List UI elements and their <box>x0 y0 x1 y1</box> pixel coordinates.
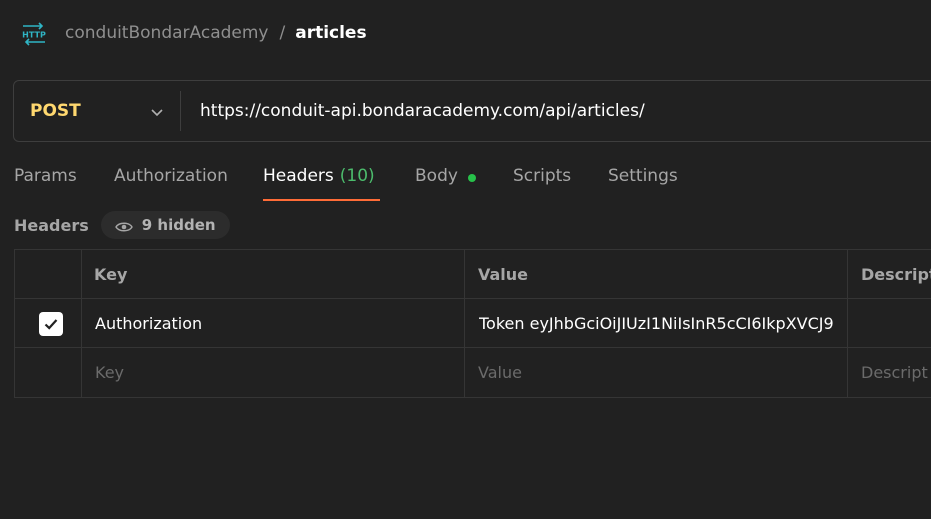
row-enabled-checkbox[interactable] <box>39 312 63 336</box>
headers-section-header: Headers 9 hidden <box>14 211 230 239</box>
method-select[interactable]: POST <box>14 81 180 141</box>
tab-scripts[interactable]: Scripts <box>513 158 608 200</box>
svg-text:HTTP: HTTP <box>22 31 46 40</box>
new-value-input[interactable]: Value <box>465 348 848 397</box>
headers-table: Key Value Descript Authorization Token e… <box>14 249 931 398</box>
table-row: Authorization Token eyJhbGciOiJIUzI1NiIs… <box>15 299 931 348</box>
table-header-row: Key Value Descript <box>15 250 931 299</box>
new-key-input[interactable]: Key <box>82 348 465 397</box>
new-description-input[interactable]: Descript <box>848 348 931 397</box>
breadcrumb-request-name[interactable]: articles <box>295 23 366 43</box>
headers-section-title: Headers <box>14 215 89 235</box>
column-header-key: Key <box>82 250 465 298</box>
header-checkbox-column <box>15 250 82 298</box>
eye-icon <box>114 219 133 232</box>
request-tabs: Params Authorization Headers (10) Body Sc… <box>14 158 698 201</box>
url-input[interactable] <box>181 81 931 141</box>
chevron-down-icon <box>150 104 164 118</box>
hidden-headers-label: 9 hidden <box>141 216 216 234</box>
http-icon: HTTP <box>20 19 48 47</box>
row-checkbox-cell <box>15 299 82 347</box>
tab-body[interactable]: Body <box>415 158 513 200</box>
body-status-dot-icon <box>467 174 476 182</box>
hidden-headers-toggle[interactable]: 9 hidden <box>100 211 230 239</box>
header-key-cell[interactable]: Authorization <box>82 299 465 347</box>
column-header-description: Descript <box>861 264 931 284</box>
headers-count: (10) <box>339 166 375 186</box>
tab-settings[interactable]: Settings <box>608 158 698 200</box>
tab-authorization[interactable]: Authorization <box>114 158 263 200</box>
url-bar: POST <box>13 80 931 142</box>
table-row-new: Key Value Descript <box>15 348 931 397</box>
new-row-checkbox-cell <box>15 348 82 397</box>
method-label: POST <box>30 101 81 121</box>
breadcrumb: HTTP conduitBondarAcademy / articles <box>20 18 367 48</box>
tab-headers[interactable]: Headers (10) <box>263 158 380 201</box>
header-description-cell[interactable] <box>848 299 931 347</box>
tab-params[interactable]: Params <box>14 158 114 200</box>
breadcrumb-collection[interactable]: conduitBondarAcademy <box>65 23 268 43</box>
column-header-value: Value <box>465 250 848 298</box>
breadcrumb-separator: / <box>279 23 286 43</box>
check-icon <box>44 319 58 330</box>
header-value-cell[interactable]: Token eyJhbGciOiJIUzI1NiIsInR5cCI6IkpXVC… <box>465 299 848 347</box>
